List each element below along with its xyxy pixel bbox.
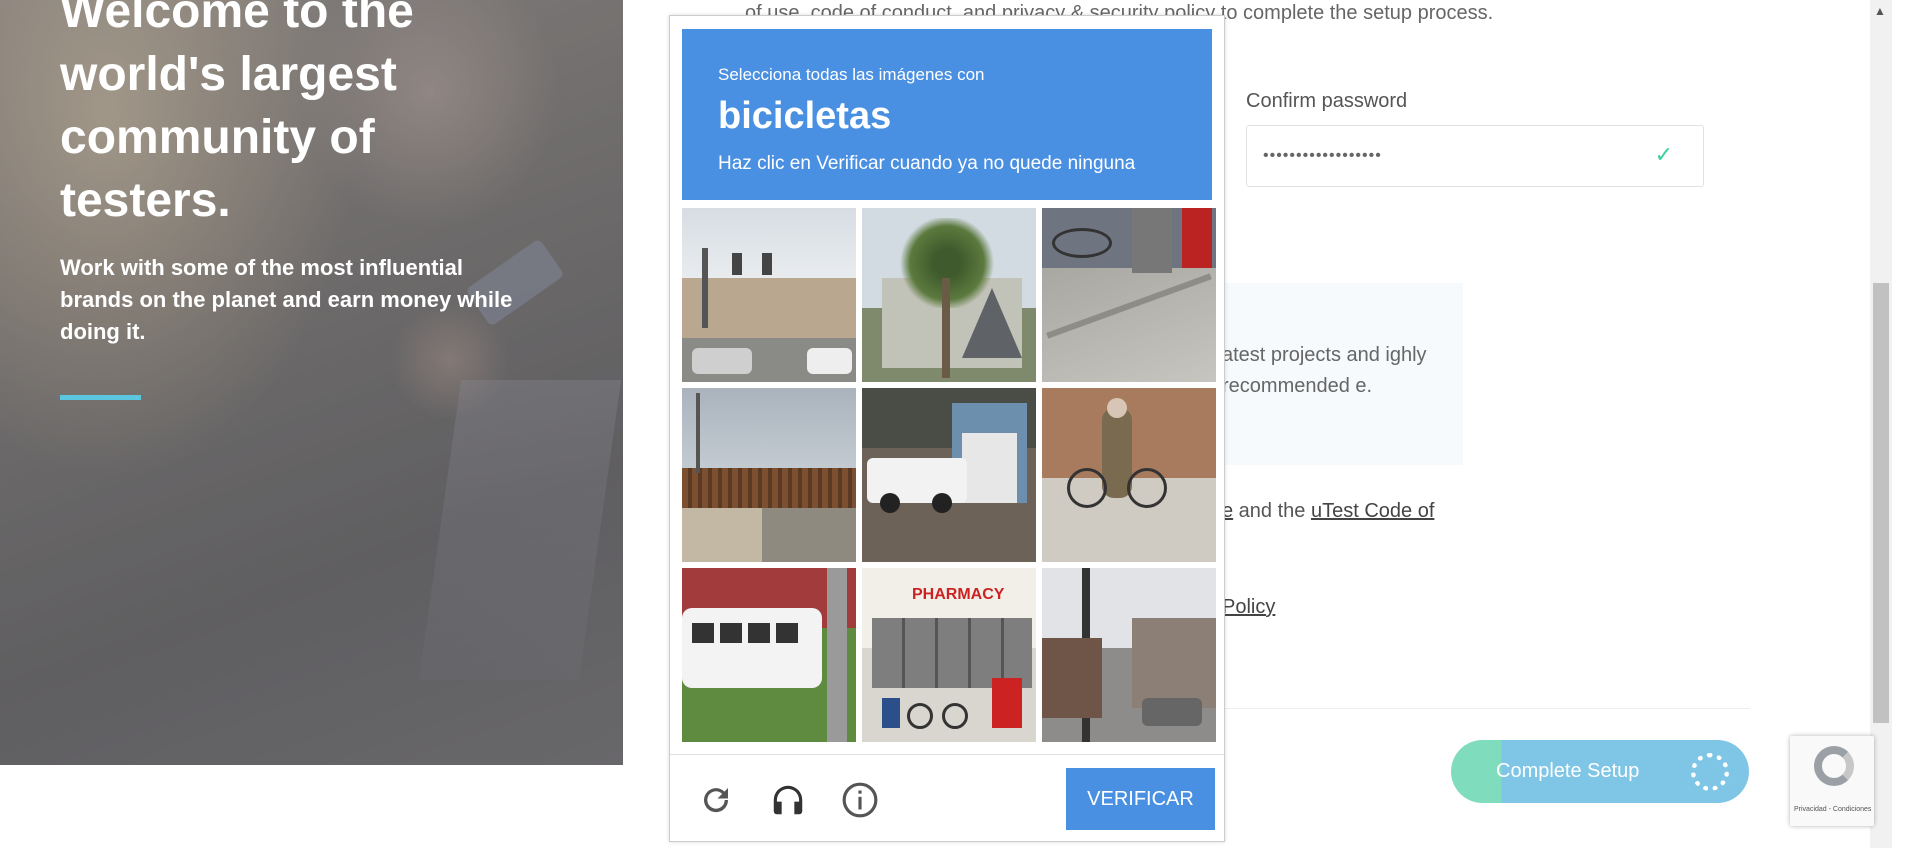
privacy-policy-link[interactable]: Policy [1222, 596, 1275, 619]
hero-title: Welcome to the world's largest community… [60, 0, 414, 227]
captcha-image-grid: PHARMACY [682, 208, 1218, 748]
confirm-password-value: •••••••••••••••••• [1263, 147, 1382, 164]
loading-spinner-icon [1691, 753, 1729, 791]
captcha-tile-9[interactable] [1042, 568, 1216, 742]
confirm-password-field[interactable]: •••••••••••••••••• ✓ [1246, 125, 1704, 187]
agreement-text: e and the uTest Code of [1222, 500, 1434, 523]
hero-subtitle: Work with some of the most influential b… [60, 255, 513, 344]
verify-button[interactable]: VERIFICAR [1066, 768, 1215, 830]
captcha-tile-1[interactable] [682, 208, 856, 382]
hero-panel: Welcome to the world's largest community… [0, 0, 623, 765]
hero-accent-line [60, 395, 141, 400]
check-icon: ✓ [1654, 142, 1673, 167]
code-of-conduct-link[interactable]: uTest Code of [1311, 500, 1434, 522]
pharmacy-sign: PHARMACY [912, 586, 1005, 603]
headphones-icon[interactable] [766, 778, 810, 822]
form-divider [1200, 708, 1750, 709]
captcha-tile-5[interactable] [862, 388, 1036, 562]
captcha-challenge: Selecciona todas las imágenes con bicicl… [669, 15, 1225, 842]
confirm-password-label: Confirm password [1246, 90, 1408, 112]
captcha-tile-2[interactable] [862, 208, 1036, 382]
complete-setup-button[interactable]: Complete Setup [1451, 740, 1749, 803]
captcha-tile-3[interactable] [1042, 208, 1216, 382]
info-text: atest projects and ighly recommended e. [1222, 344, 1427, 397]
complete-setup-label: Complete Setup [1496, 760, 1640, 782]
scrollbar-thumb[interactable] [1873, 283, 1889, 723]
info-icon[interactable] [838, 778, 882, 822]
recaptcha-badge-text: Privacidad - Condiciones [1794, 806, 1872, 813]
agreement-connector: and the [1233, 500, 1311, 522]
recaptcha-logo-icon [1814, 746, 1854, 786]
captcha-tile-8[interactable]: PHARMACY [862, 568, 1036, 742]
captcha-footer-divider [670, 754, 1224, 755]
recaptcha-badge[interactable]: Privacidad - Condiciones [1790, 736, 1874, 826]
captcha-instruction: Haz clic en Verificar cuando ya no quede… [718, 153, 1136, 174]
captcha-tile-4[interactable] [682, 388, 856, 562]
reload-icon[interactable] [694, 778, 738, 822]
captcha-prompt: Selecciona todas las imágenes con [718, 65, 985, 84]
captcha-tile-7[interactable] [682, 568, 856, 742]
captcha-header: Selecciona todas las imágenes con bicicl… [682, 29, 1212, 200]
scroll-up-arrow-icon[interactable]: ▲ [1874, 4, 1886, 18]
captcha-target-object: bicicletas [718, 95, 892, 137]
captcha-tile-6[interactable] [1042, 388, 1216, 562]
